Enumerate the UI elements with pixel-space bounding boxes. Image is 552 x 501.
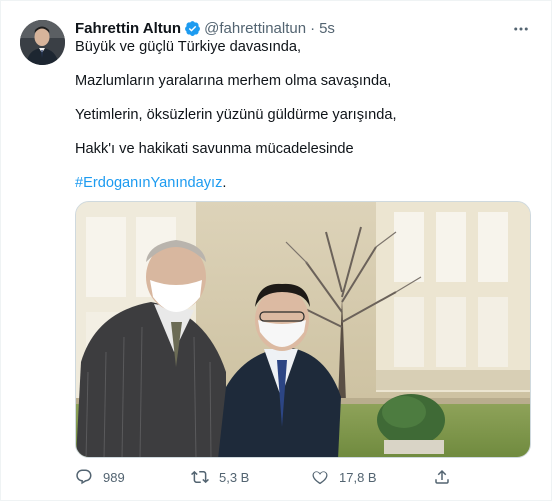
avatar[interactable] xyxy=(20,20,65,65)
hashtag-suffix: . xyxy=(222,175,227,191)
author-name[interactable]: Fahrettin Altun xyxy=(75,20,181,37)
share-icon xyxy=(435,469,449,484)
heart-icon xyxy=(312,471,328,485)
reply-icon xyxy=(76,469,92,485)
like-count: 17,8 B xyxy=(339,469,377,485)
tweet-actions: 989 5,3 B 17,8 B xyxy=(75,463,531,491)
tweet-hashtag-line: #ErdoganınYanındayız. xyxy=(75,173,531,193)
retweet-button[interactable]: 5,3 B xyxy=(191,468,311,486)
reply-button[interactable]: 989 xyxy=(75,468,191,486)
tweet-paragraph: Mazlumların yaralarına merhem olma savaş… xyxy=(75,73,392,89)
tweet-paragraph: Hakk'ı ve hakikati savunma mücadelesinde xyxy=(75,141,354,157)
tweet-text: Büyük ve güçlü Türkiye davasında, Mazlum… xyxy=(75,37,531,207)
tweet-timestamp[interactable]: 5s xyxy=(319,20,335,37)
share-button[interactable] xyxy=(433,468,461,486)
more-options-icon[interactable] xyxy=(511,19,531,39)
like-button[interactable]: 17,8 B xyxy=(311,468,433,486)
verified-badge-icon xyxy=(184,20,201,37)
retweet-count: 5,3 B xyxy=(219,469,250,485)
tweet-paragraph: Büyük ve güçlü Türkiye davasında, xyxy=(75,39,302,55)
separator-dot: · xyxy=(310,19,316,37)
tweet-card[interactable]: Fahrettin Altun @fahrettinaltun · 5s Büy… xyxy=(0,0,552,501)
tweet-paragraph: Yetimlerin, öksüzlerin yüzünü güldürme y… xyxy=(75,107,397,123)
retweet-icon xyxy=(191,470,209,484)
hashtag-link[interactable]: #ErdoganınYanındayız xyxy=(75,175,222,191)
reply-count: 989 xyxy=(103,469,125,485)
tweet-photo[interactable] xyxy=(75,201,531,458)
author-handle[interactable]: @fahrettinaltun xyxy=(204,20,306,37)
